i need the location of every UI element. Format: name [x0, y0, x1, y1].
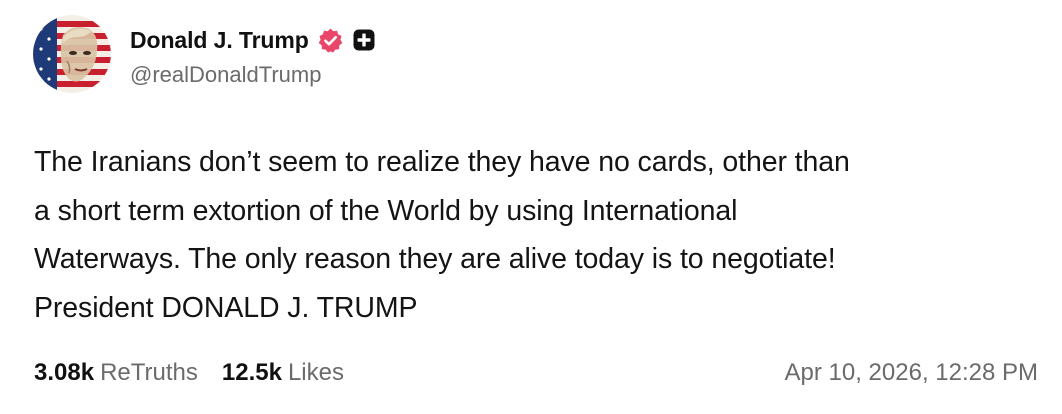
- post-text: The Iranians don’t seem to realize they …: [34, 146, 850, 324]
- plus-badge-icon: [353, 29, 375, 51]
- retruths-label: ReTruths: [100, 359, 198, 386]
- post-body: The Iranians don’t seem to realize they …: [34, 138, 1044, 332]
- display-name[interactable]: Donald J. Trump: [130, 27, 309, 54]
- post-footer: 3.08k ReTruths 12.5k Likes Apr 10, 2026,…: [34, 355, 1038, 391]
- author-info: Donald J. Trump @realDonaldTrump: [130, 20, 375, 88]
- post-header: Donald J. Trump @realDonaldTrump: [33, 14, 375, 94]
- retruths-stat[interactable]: 3.08k ReTruths: [34, 359, 198, 387]
- likes-stat[interactable]: 12.5k Likes: [222, 359, 344, 387]
- truth-post: Donald J. Trump @realDonaldTrump The Ira…: [0, 0, 1062, 414]
- verified-badge-icon: [317, 27, 344, 54]
- likes-label: Likes: [287, 359, 344, 386]
- post-timestamp[interactable]: Apr 10, 2026, 12:28 PM: [785, 359, 1039, 387]
- avatar-image: [33, 15, 111, 93]
- retruths-count: 3.08k: [34, 359, 95, 386]
- handle[interactable]: @realDonaldTrump: [130, 62, 375, 88]
- name-row: Donald J. Trump: [130, 20, 375, 60]
- avatar[interactable]: [33, 15, 111, 93]
- likes-count: 12.5k: [221, 359, 282, 386]
